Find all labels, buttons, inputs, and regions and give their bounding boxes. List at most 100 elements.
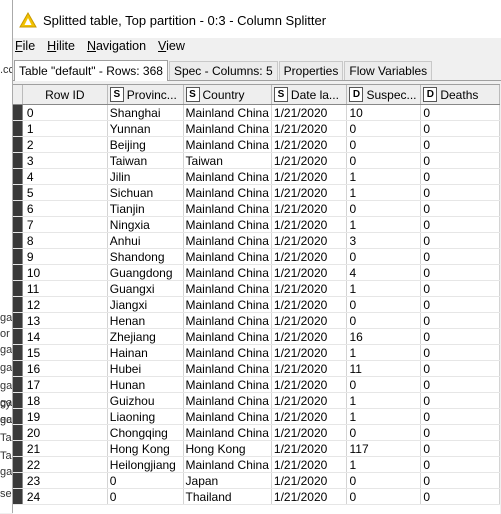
background-text: ga — [0, 344, 12, 356]
table-row[interactable]: 18 Guizhou Mainland China 1/21/2020 1 0 — [13, 392, 500, 409]
table-cell: 1/21/2020 — [271, 440, 348, 457]
table-cell: Mainland China — [183, 408, 272, 425]
table-cell: 1/21/2020 — [271, 392, 348, 409]
table-cell: 0 — [346, 488, 422, 505]
row-id-cell: 12 — [22, 296, 108, 313]
table-row[interactable]: 14 Zhejiang Mainland China 1/21/2020 16 0 — [13, 328, 500, 345]
menu-label: ilite — [56, 39, 75, 53]
row-id-cell: 0 — [22, 104, 108, 121]
background-text: ga — [0, 312, 12, 324]
tab[interactable]: Properties — [278, 61, 344, 80]
table-row[interactable]: 16 Hubei Mainland China 1/21/2020 11 0 — [13, 360, 500, 377]
table-row[interactable]: 1 Yunnan Mainland China 1/21/2020 0 0 — [13, 120, 500, 137]
table-row[interactable]: 3 Taiwan Taiwan 1/21/2020 0 0 — [13, 152, 500, 169]
table-row[interactable]: 11 Guangxi Mainland China 1/21/2020 1 0 — [13, 280, 500, 297]
table-row[interactable]: 17 Hunan Mainland China 1/21/2020 0 0 — [13, 376, 500, 393]
column-header[interactable]: Row ID — [22, 85, 108, 105]
table-cell: 4 — [346, 264, 422, 281]
column-header[interactable]: D Suspec... — [346, 85, 422, 105]
table-cell: Jiangxi — [107, 296, 184, 313]
column-header[interactable]: S Provinc... — [107, 85, 184, 105]
menu-item[interactable]: File — [15, 39, 35, 53]
row-id-cell: 7 — [22, 216, 108, 233]
table-cell: 0 — [420, 424, 500, 441]
table-row[interactable]: 22 Heilongjiang Mainland China 1/21/2020 1 0 — [13, 456, 500, 473]
table-row[interactable]: 0 Shanghai Mainland China 1/21/2020 10 0 — [13, 104, 500, 121]
table-row[interactable]: 13 Henan Mainland China 1/21/2020 0 0 — [13, 312, 500, 329]
column-header[interactable]: S Date la... — [271, 85, 348, 105]
background-text: ga — [0, 466, 12, 478]
table-cell: Heilongjiang — [107, 456, 184, 473]
data-table: Row ID S Provinc... S Country S Date la... D Sus… — [13, 85, 500, 505]
row-id-cell: 3 — [22, 152, 108, 169]
table-row[interactable]: 21 Hong Kong Hong Kong 1/21/2020 117 0 — [13, 440, 500, 457]
table-row[interactable]: 12 Jiangxi Mainland China 1/21/2020 0 0 — [13, 296, 500, 313]
row-marker — [13, 456, 23, 473]
table-cell: 1/21/2020 — [271, 248, 348, 265]
menu-item[interactable]: View — [158, 39, 185, 53]
table-row[interactable]: 8 Anhui Mainland China 1/21/2020 3 0 — [13, 232, 500, 249]
row-id-cell: 9 — [22, 248, 108, 265]
table-cell: Mainland China — [183, 392, 272, 409]
table-row[interactable]: 19 Liaoning Mainland China 1/21/2020 1 0 — [13, 408, 500, 425]
table-cell: Mainland China — [183, 168, 272, 185]
table-cell: 0 — [346, 200, 422, 217]
tab[interactable]: Table "default" - Rows: 368 — [14, 60, 168, 81]
menu-item[interactable]: Navigation — [87, 39, 146, 53]
table-row[interactable]: 20 Chongqing Mainland China 1/21/2020 0 0 — [13, 424, 500, 441]
table-cell: 0 — [420, 120, 500, 137]
row-id-cell: 10 — [22, 264, 108, 281]
row-id-cell: 19 — [22, 408, 108, 425]
table-cell: Sichuan — [107, 184, 184, 201]
table-cell: Chongqing — [107, 424, 184, 441]
menu-item[interactable]: Hilite — [47, 39, 75, 53]
table-cell: Mainland China — [183, 200, 272, 217]
row-marker — [13, 216, 23, 233]
table-cell: 0 — [346, 120, 422, 137]
table-cell: Yunnan — [107, 120, 184, 137]
table-cell: 1/21/2020 — [271, 456, 348, 473]
table-cell: 0 — [420, 408, 500, 425]
table-row[interactable]: 9 Shandong Mainland China 1/21/2020 0 0 — [13, 248, 500, 265]
table-cell: 1/21/2020 — [271, 216, 348, 233]
table-cell: Mainland China — [183, 280, 272, 297]
column-header[interactable]: S Country — [183, 85, 272, 105]
table-cell: Ningxia — [107, 216, 184, 233]
table-row[interactable]: 7 Ningxia Mainland China 1/21/2020 1 0 — [13, 216, 500, 233]
table-cell: Zhejiang — [107, 328, 184, 345]
table-row[interactable]: 2 Beijing Mainland China 1/21/2020 0 0 — [13, 136, 500, 153]
background-text: .cc — [0, 64, 12, 76]
table-cell: 1 — [346, 344, 422, 361]
table-cell: 0 — [420, 376, 500, 393]
tab[interactable]: Flow Variables — [344, 61, 433, 80]
column-header-label: Country — [202, 87, 245, 102]
row-id-cell: 16 — [22, 360, 108, 377]
table-cell: Mainland China — [183, 120, 272, 137]
table-cell: Mainland China — [183, 312, 272, 329]
menu-mnemonic: N — [86, 39, 96, 53]
table-cell: Shanghai — [107, 104, 184, 121]
table-cell: 1/21/2020 — [271, 312, 348, 329]
menu-label: avigation — [95, 39, 147, 53]
table-row[interactable]: 10 Guangdong Mainland China 1/21/2020 4 0 — [13, 264, 500, 281]
table-row[interactable]: 5 Sichuan Mainland China 1/21/2020 1 0 — [13, 184, 500, 201]
table-cell: Hubei — [107, 360, 184, 377]
table-cell: 0 — [420, 152, 500, 169]
table-row[interactable]: 15 Hainan Mainland China 1/21/2020 1 0 — [13, 344, 500, 361]
table-cell: 0 — [346, 152, 422, 169]
tab[interactable]: Spec - Columns: 5 — [168, 61, 278, 80]
tab-bar: Table "default" - Rows: 368 Spec - Column… — [13, 58, 501, 81]
table-row[interactable]: 24 0 Thailand 1/21/2020 0 0 — [13, 488, 500, 505]
data-table-view: Row ID S Provinc... S Country S Date la... D Sus… — [13, 84, 500, 514]
table-cell: Mainland China — [183, 216, 272, 233]
background-text: ga — [0, 362, 12, 374]
row-marker-header — [13, 85, 23, 105]
table-row[interactable]: 4 Jilin Mainland China 1/21/2020 1 0 — [13, 168, 500, 185]
table-cell: 0 — [420, 264, 500, 281]
row-id-cell: 20 — [22, 424, 108, 441]
column-header[interactable]: D Deaths — [420, 85, 500, 105]
table-cell: 0 — [420, 392, 500, 409]
menu-label: iew — [166, 39, 185, 53]
table-row[interactable]: 23 0 Japan 1/21/2020 0 0 — [13, 472, 500, 489]
table-row[interactable]: 6 Tianjin Mainland China 1/21/2020 0 0 — [13, 200, 500, 217]
